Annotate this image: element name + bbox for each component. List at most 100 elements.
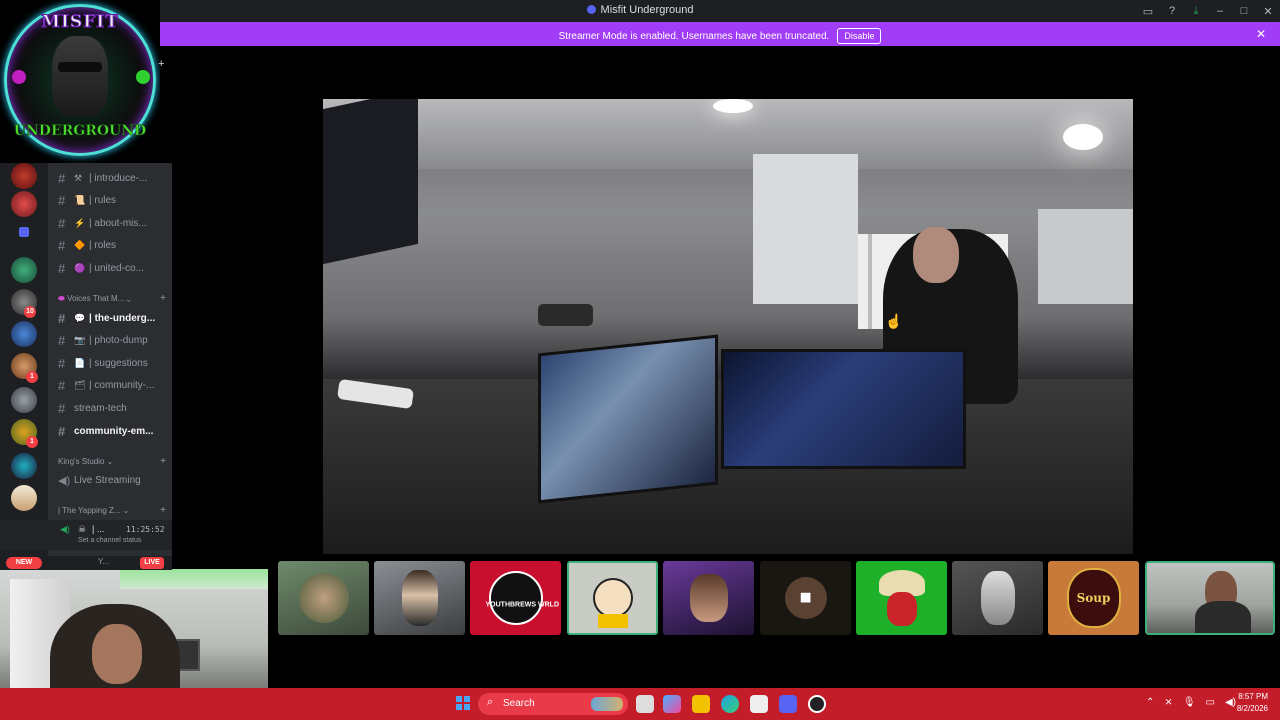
speaker-active-icon: ◀) (60, 524, 70, 534)
channel-item[interactable]: # 📷 | photo-dump (58, 330, 170, 350)
server-icon[interactable] (11, 257, 37, 283)
channel-item-selected[interactable]: # 💬 | the-underg... (58, 308, 170, 328)
skull-icon: ☠ (78, 524, 87, 534)
chevron-up-icon[interactable]: ⌃ (1146, 697, 1154, 708)
voice-user-row[interactable]: ◀) ☠ | ... 11:25:52 Set a channel status (0, 520, 172, 550)
mention-badge: 1 (26, 436, 38, 448)
task-view-icon[interactable] (636, 695, 654, 713)
search-highlight-image (591, 697, 623, 711)
participant-tile-speaking[interactable] (567, 561, 658, 635)
help-icon[interactable]: ? (1160, 0, 1184, 22)
hash-icon: # (58, 237, 66, 253)
discord-icon (586, 5, 596, 14)
display-icon[interactable]: ▭ (1206, 697, 1215, 708)
hash-icon: # (58, 332, 66, 348)
participant-tile[interactable]: YOUTHBREWS WRLD (470, 561, 561, 635)
participant-tile-camera-off[interactable]: ■ (760, 561, 851, 635)
participant-tile[interactable] (278, 561, 369, 635)
folder-icon[interactable] (19, 227, 29, 237)
add-channel-icon[interactable]: + (160, 456, 166, 467)
add-channel-icon[interactable]: + (160, 293, 166, 304)
participant-avatar (980, 571, 1015, 625)
server-icon[interactable] (11, 453, 37, 479)
hash-icon: # (58, 192, 66, 208)
server-icon[interactable] (11, 321, 37, 347)
edge-icon[interactable] (721, 695, 739, 713)
channel-item[interactable]: # 🔶 | roles (58, 235, 170, 255)
hash-icon: # (58, 355, 66, 371)
add-channel-icon[interactable]: + (160, 505, 166, 516)
channel-status[interactable]: Set a channel status (78, 537, 141, 544)
live-badge: LIVE (140, 557, 164, 569)
store-icon[interactable] (750, 695, 768, 713)
windows-taskbar: ⌕ Search ⌃ ⨯ 🎙 ▭ ◀) 8:57 PM 8/2/2026 (0, 688, 1280, 720)
participant-avatar (298, 573, 349, 623)
obs-icon[interactable] (808, 695, 826, 713)
file-explorer-icon[interactable] (692, 695, 710, 713)
hash-icon: # (58, 170, 66, 186)
participant-tile[interactable] (952, 561, 1043, 635)
close-button[interactable]: ✕ (1256, 0, 1280, 22)
mention-badge: 1 (26, 371, 38, 383)
participant-tile[interactable] (663, 561, 754, 635)
channel-item[interactable]: # 🟣 | united-co... (58, 258, 170, 278)
server-icon[interactable] (11, 191, 37, 217)
live-user-name[interactable]: Y... (98, 557, 109, 566)
banner-text: Streamer Mode is enabled. Usernames have… (558, 31, 830, 42)
voice-channel-live-streaming[interactable]: ◀) Live Streaming (58, 470, 170, 490)
microphone-icon[interactable]: 🎙 (1183, 697, 1196, 708)
category-voices[interactable]: ⬬ Voices That M... ⌄ + (58, 293, 170, 304)
banner-close-icon[interactable]: ✕ (1256, 27, 1266, 41)
minimize-button[interactable]: – (1208, 0, 1232, 22)
inbox-icon[interactable]: ▭ (1136, 0, 1160, 22)
participant-tile[interactable] (856, 561, 947, 635)
sidebar-bottom-row: NEW Y... LIVE (0, 556, 172, 570)
misfit-underground-logo: MISFIT UNDERGROUND (0, 0, 160, 163)
participant-tile[interactable]: Soup (1048, 561, 1139, 635)
server-icon[interactable] (11, 387, 37, 413)
start-button[interactable] (456, 696, 470, 710)
logo-top-text: MISFIT (41, 12, 119, 33)
maximize-button[interactable]: □ (1232, 0, 1256, 22)
category-yapping[interactable]: | The Yapping Z... ⌄ + (58, 505, 170, 516)
network-off-icon[interactable]: ⨯ (1164, 697, 1172, 708)
server-list: 10 1 1 Ss (0, 163, 48, 563)
channel-item[interactable]: # 🗂 | community-... (58, 375, 170, 395)
participant-avatar (689, 574, 728, 622)
system-tray: ⌃ ⨯ 🎙 ▭ ◀) (1146, 697, 1236, 708)
mention-badge: 10 (24, 306, 36, 318)
server-icon[interactable] (11, 163, 37, 189)
hash-icon: # (58, 215, 66, 231)
channel-item[interactable]: # 📜 | rules (58, 190, 170, 210)
voice-timer: 11:25:52 (126, 525, 165, 534)
channel-item-unread[interactable]: # community-em... (58, 421, 170, 441)
server-icon[interactable] (11, 485, 37, 511)
hash-icon: # (58, 400, 66, 416)
channel-list: # ⚒ | introduce-... # 📜 | rules # ⚡ | about-mi… (48, 163, 172, 558)
youthbrews-logo (488, 571, 543, 625)
clock[interactable]: 8:57 PM 8/2/2026 (1228, 691, 1268, 715)
taskbar-search[interactable]: ⌕ Search (478, 693, 628, 715)
participant-avatar (592, 578, 633, 618)
download-icon[interactable]: ⤓ (1184, 0, 1208, 22)
voice-user-name: | ... (92, 524, 105, 534)
channel-item[interactable]: # ⚒ | introduce-... (58, 168, 170, 188)
channel-item[interactable]: # 📄 | suggestions (58, 353, 170, 373)
channel-item[interactable]: # ⚡ | about-mis... (58, 213, 170, 233)
title-bar-controls: ▭ ? ⤓ – □ ✕ (1136, 0, 1280, 22)
discord-taskbar-icon[interactable] (779, 695, 797, 713)
category-kings-studio[interactable]: King's Studio ⌄ + (58, 456, 170, 467)
search-icon: ⌕ (487, 696, 494, 708)
main-video-stream[interactable] (323, 99, 1133, 554)
window-title: Misfit Underground (0, 4, 1280, 16)
participant-tile-active[interactable] (1145, 561, 1275, 635)
hash-icon: # (58, 423, 66, 439)
participant-tile[interactable] (374, 561, 465, 635)
new-badge: NEW (6, 557, 42, 569)
disable-button[interactable]: Disable (837, 28, 882, 44)
add-icon[interactable]: + (158, 58, 164, 70)
title-bar: Ai Misfit Underground ▭ ? ⤓ – □ ✕ (0, 0, 1280, 22)
copilot-icon[interactable] (663, 695, 681, 713)
channel-item[interactable]: # stream-tech (58, 398, 170, 418)
mouse-cursor-icon: ☝ (885, 313, 903, 329)
